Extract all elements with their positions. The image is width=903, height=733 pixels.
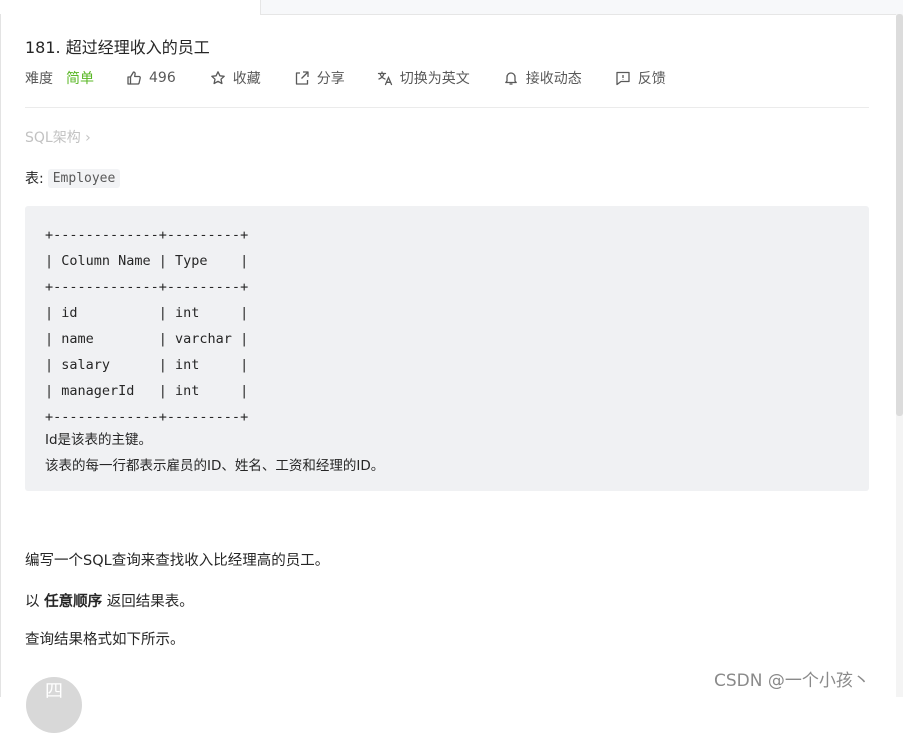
problem-title: 181. 超过经理收入的员工: [25, 38, 210, 57]
difficulty-value: 简单: [66, 71, 94, 87]
header-divider: [25, 107, 869, 108]
description-line-2-bold: 任意顺序: [44, 594, 103, 610]
translate-icon: [377, 70, 393, 86]
bell-icon: [503, 70, 519, 86]
sql-schema-label: SQL架构: [25, 130, 81, 146]
schema-code-block: +-------------+---------+ | Column Name …: [25, 206, 869, 491]
share-label: 分享: [316, 71, 345, 87]
problem-meta-bar: 难度 简单 496 收藏 分享 切换为英文 接收动态 反馈: [25, 67, 666, 89]
star-icon: [210, 70, 226, 86]
description-line-3: 查询结果格式如下所示。: [25, 632, 185, 648]
schema-ascii-table: +-------------+---------+ | Column Name …: [45, 227, 249, 425]
like-button[interactable]: 496: [126, 70, 176, 86]
schema-note-primary-key: Id是该表的主键。: [45, 432, 153, 448]
feedback-label: 反馈: [637, 71, 666, 87]
share-icon: [294, 70, 310, 86]
translate-button[interactable]: 切换为英文: [377, 68, 470, 88]
table-intro: 表: Employee: [25, 168, 121, 188]
description-line-2-prefix: 以: [25, 594, 45, 610]
schema-note-row-meaning: 该表的每一行都表示雇员的ID、姓名、工资和经理的ID。: [45, 458, 385, 474]
panel-border: [0, 14, 1, 697]
description-line-1: 编写一个SQL查询来查找收入比经理高的员工。: [25, 553, 330, 569]
avatar: 四: [26, 677, 82, 733]
chevron-right-icon: ›: [85, 130, 91, 146]
csdn-watermark: CSDN @一个小孩丶: [714, 671, 870, 691]
thumbs-up-icon: [126, 70, 142, 86]
favorite-button[interactable]: 收藏: [210, 68, 261, 88]
table-name-code: Employee: [47, 168, 121, 188]
sql-schema-link[interactable]: SQL架构 ›: [25, 127, 91, 147]
feedback-button[interactable]: 反馈: [615, 68, 666, 88]
table-label: 表:: [25, 171, 44, 187]
difficulty: 难度 简单: [25, 68, 94, 88]
translate-label: 切换为英文: [399, 71, 470, 87]
description-line-2: 以 任意顺序 返回结果表。: [25, 590, 194, 611]
subscribe-label: 接收动态: [525, 71, 582, 87]
tab-bar: [0, 0, 903, 15]
feedback-icon: [615, 70, 631, 86]
scrollbar-thumb[interactable]: [896, 14, 903, 416]
like-count: 496: [149, 70, 176, 86]
difficulty-label: 难度: [25, 71, 53, 87]
favorite-label: 收藏: [232, 71, 261, 87]
description-line-2-suffix: 返回结果表。: [102, 594, 194, 610]
share-button[interactable]: 分享: [294, 68, 345, 88]
tab-description[interactable]: [0, 0, 261, 15]
subscribe-button[interactable]: 接收动态: [503, 68, 582, 88]
